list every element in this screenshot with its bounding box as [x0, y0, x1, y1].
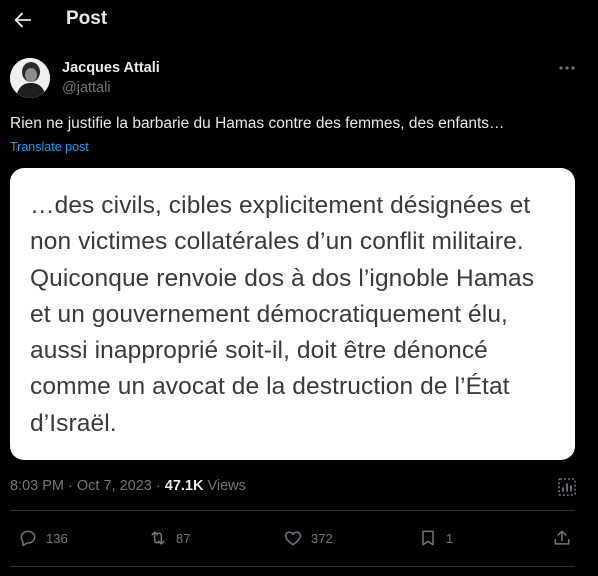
author-name[interactable]: Jacques Attali	[62, 60, 160, 76]
divider	[10, 510, 575, 511]
image-text-line: …des civils, cibles explicitement désign…	[30, 192, 531, 219]
image-text-line: d’Israël.	[30, 409, 117, 437]
meta-separator: ·	[64, 478, 77, 494]
bookmark-icon	[422, 530, 434, 546]
meta-separator: ·	[151, 478, 165, 494]
share-button[interactable]	[552, 527, 572, 549]
image-quote-text: …des civils, cibles explicitement désign…	[30, 188, 560, 442]
analytics-icon[interactable]	[556, 476, 578, 498]
arrow-left-icon[interactable]	[12, 9, 34, 31]
translate-link[interactable]: Translate post	[10, 140, 89, 154]
share-icon	[554, 530, 570, 545]
reply-button[interactable]: 136	[18, 527, 68, 549]
views-label: Views	[203, 478, 246, 494]
post-time[interactable]: 8:03 PM	[10, 478, 64, 494]
retweet-count: 87	[176, 530, 191, 546]
divider	[10, 566, 575, 567]
image-text-line: aussi inapproprié soit-il, doit être dén…	[30, 337, 488, 365]
reply-count: 136	[46, 530, 68, 546]
bookmark-count: 1	[446, 530, 454, 546]
ellipsis-icon[interactable]	[556, 59, 578, 77]
like-button[interactable]: 372	[283, 527, 333, 549]
author-handle[interactable]: @jattali	[62, 80, 111, 96]
post-meta: 8:03 PM · Oct 7, 2023 · 47.1K Views	[10, 478, 246, 494]
heart-icon	[284, 531, 302, 546]
top-bar: Post	[0, 0, 598, 40]
retweet-button[interactable]: 87	[148, 527, 190, 549]
views-count[interactable]: 47.1K	[165, 478, 204, 494]
avatar[interactable]	[10, 58, 50, 98]
retweet-icon	[151, 531, 165, 545]
image-text-line: non victimes collatérales d’un conflit m…	[30, 228, 524, 256]
image-text-line: comme un avocat de la destruction de l’É…	[30, 373, 510, 401]
image-text-line: Quiconque renvoie dos à dos l’ignoble Ha…	[30, 264, 535, 292]
like-count: 372	[311, 530, 333, 546]
tweet-text: Rien ne justifie la barbarie du Hamas co…	[10, 115, 505, 132]
post-date[interactable]: Oct 7, 2023	[77, 478, 152, 494]
reply-icon	[20, 530, 36, 547]
image-text-line: et un gouvernement démocratiquement élu,	[30, 300, 508, 328]
tweet-image[interactable]: …des civils, cibles explicitement désign…	[10, 168, 575, 460]
page-title: Post	[66, 8, 108, 29]
bookmark-button[interactable]: 1	[418, 527, 453, 549]
